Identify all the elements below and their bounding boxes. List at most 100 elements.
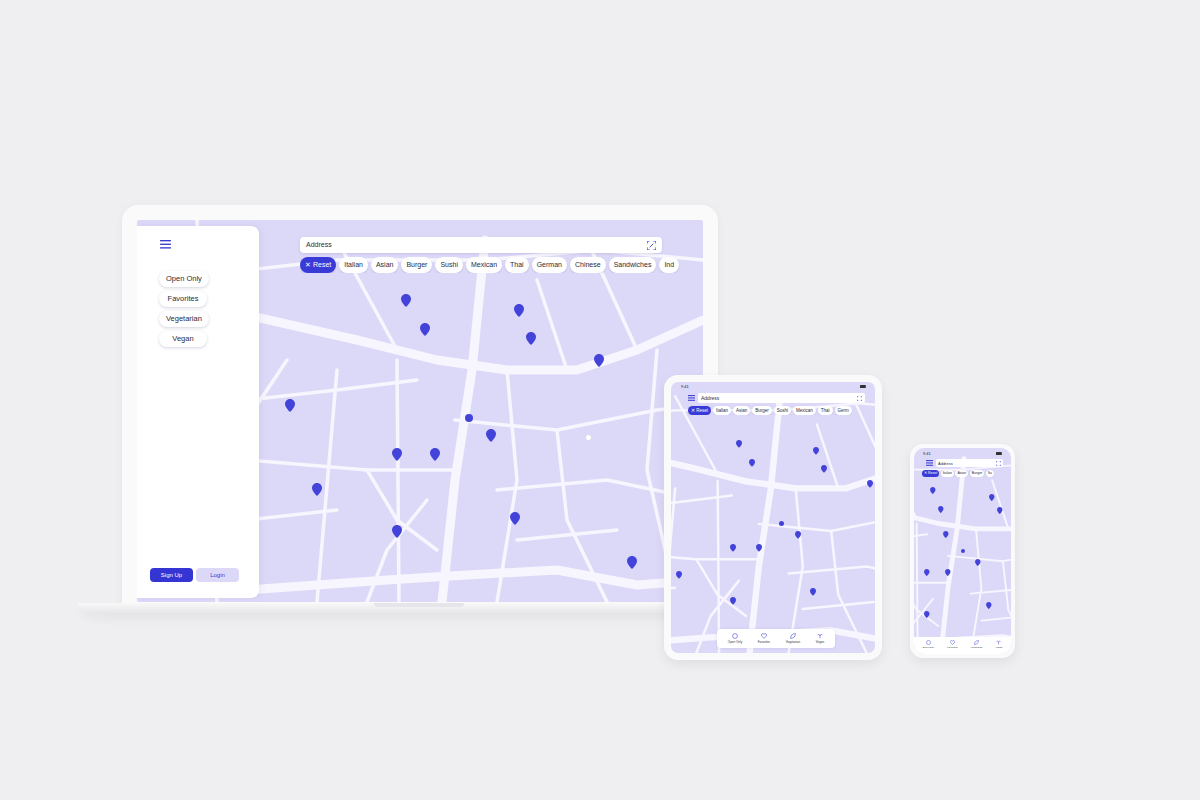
category-chip[interactable]: Asian (371, 257, 399, 273)
category-chip[interactable]: Italian (941, 470, 954, 477)
street (397, 360, 399, 602)
map-pin-icon[interactable] (514, 304, 524, 317)
nav-label: Vegan (816, 640, 825, 644)
category-chip[interactable]: Germ (835, 406, 852, 415)
map-pin-icon[interactable] (986, 602, 992, 609)
filter-chip[interactable]: Vegetarian (159, 311, 209, 327)
category-chip[interactable]: Sushi (774, 406, 791, 415)
nav-item[interactable]: Vegetarian (971, 640, 983, 649)
map-pin-icon[interactable] (486, 429, 496, 442)
scan-icon[interactable] (857, 396, 862, 401)
main-road (247, 570, 703, 590)
category-chip[interactable]: ✕ Reset (300, 257, 336, 273)
search-field[interactable]: Address (698, 393, 865, 403)
filter-chip[interactable]: Vegan (159, 331, 207, 347)
category-chip[interactable]: Mexican (793, 406, 816, 415)
map-pin-icon[interactable] (401, 294, 411, 307)
nav-item[interactable]: Vegetarian (786, 633, 800, 644)
map-pin-icon[interactable] (938, 506, 944, 513)
street (671, 403, 875, 417)
map-pin-icon[interactable] (627, 556, 637, 569)
category-chip[interactable]: Burger (970, 470, 985, 477)
status-time: 9:41 (923, 451, 931, 456)
main-road (442, 240, 485, 602)
category-chip[interactable]: Italian (339, 257, 368, 273)
search-field[interactable]: Address (936, 459, 1003, 467)
menu-icon[interactable] (926, 460, 933, 466)
category-chip[interactable]: Mexican (466, 257, 502, 273)
map-pin-icon[interactable] (730, 597, 736, 605)
clock-icon (732, 633, 738, 639)
menu-icon[interactable] (688, 395, 695, 401)
scan-icon[interactable] (647, 241, 656, 250)
filter-chip[interactable]: Open Only (159, 271, 209, 287)
category-chip[interactable]: Burger (752, 406, 772, 415)
map-pin-icon[interactable] (510, 512, 520, 525)
nav-item[interactable]: Vegan (995, 640, 1002, 649)
street (247, 460, 455, 470)
map-pin-icon[interactable] (821, 465, 827, 473)
map-pin-icon[interactable] (810, 588, 816, 596)
street (992, 480, 1008, 529)
nav-item[interactable]: Favorites (947, 640, 957, 649)
auth-button[interactable]: Sign Up (150, 568, 193, 582)
map-pin-icon[interactable] (676, 571, 682, 579)
nav-item[interactable]: Open Only (922, 640, 934, 649)
category-chip[interactable]: Ind (659, 257, 679, 273)
street (367, 470, 437, 550)
map-pin-icon[interactable] (392, 525, 402, 538)
search-field[interactable]: Address (300, 237, 662, 253)
map-pin-icon[interactable] (420, 323, 430, 336)
map-pin-icon[interactable] (749, 459, 755, 467)
street (981, 615, 1011, 620)
map-pin-icon[interactable] (730, 544, 736, 552)
map-pin-icon[interactable] (312, 483, 322, 496)
category-chip[interactable]: Sushi (435, 257, 463, 273)
street (671, 588, 675, 595)
map-pin-icon[interactable] (795, 531, 801, 539)
nav-item[interactable]: Favorites (758, 633, 770, 644)
map-pin-icon[interactable] (924, 569, 930, 576)
category-chip[interactable]: ✕ Reset (922, 470, 939, 477)
leaf-icon (790, 633, 796, 639)
map-pin-icon[interactable] (430, 448, 440, 461)
category-chip[interactable]: Asian (733, 406, 750, 415)
category-chip[interactable]: German (532, 257, 567, 273)
map-pin-icon[interactable] (975, 559, 981, 566)
category-chip[interactable]: Su (986, 470, 994, 477)
scan-icon[interactable] (996, 461, 1001, 466)
category-chip[interactable]: Italian (713, 406, 731, 415)
map-pin-icon[interactable] (526, 332, 536, 345)
map-pin-icon[interactable] (285, 399, 295, 412)
map-pin-icon[interactable] (736, 440, 742, 448)
nav-item[interactable]: Open Only (728, 633, 742, 644)
street (497, 370, 517, 602)
map-pin-icon[interactable] (392, 448, 402, 461)
category-chip[interactable]: Burger (401, 257, 432, 273)
map[interactable] (671, 382, 875, 653)
category-chip[interactable]: Thai (818, 406, 833, 415)
map-pin-icon[interactable] (930, 487, 936, 494)
category-chip[interactable]: ✕ Reset (688, 406, 711, 415)
category-chip[interactable]: Chinese (570, 257, 606, 273)
map-pin-icon[interactable] (997, 507, 1003, 514)
map-pin-icon[interactable] (945, 569, 951, 576)
category-chip[interactable]: Sandwiches (609, 257, 657, 273)
map-pin-icon[interactable] (989, 494, 995, 501)
search-placeholder: Address (938, 461, 953, 466)
heart-icon (761, 633, 767, 639)
map-pin-icon[interactable] (943, 531, 949, 538)
search-row: Address (914, 456, 1011, 467)
filter-chip[interactable]: Favorites (159, 291, 207, 307)
auth-button[interactable]: Login (196, 568, 239, 582)
category-chip[interactable]: Asian (955, 470, 968, 477)
map-pin-icon[interactable] (756, 544, 762, 552)
menu-icon[interactable] (160, 240, 171, 249)
nav-item[interactable]: Vegan (816, 633, 825, 644)
map-pin-icon[interactable] (594, 354, 604, 367)
map-pin-icon[interactable] (867, 480, 873, 488)
map-pin-icon[interactable] (813, 447, 819, 455)
category-chip[interactable]: Thai (505, 257, 529, 273)
sprout-icon (817, 633, 823, 639)
map-pin-icon[interactable] (924, 611, 930, 618)
